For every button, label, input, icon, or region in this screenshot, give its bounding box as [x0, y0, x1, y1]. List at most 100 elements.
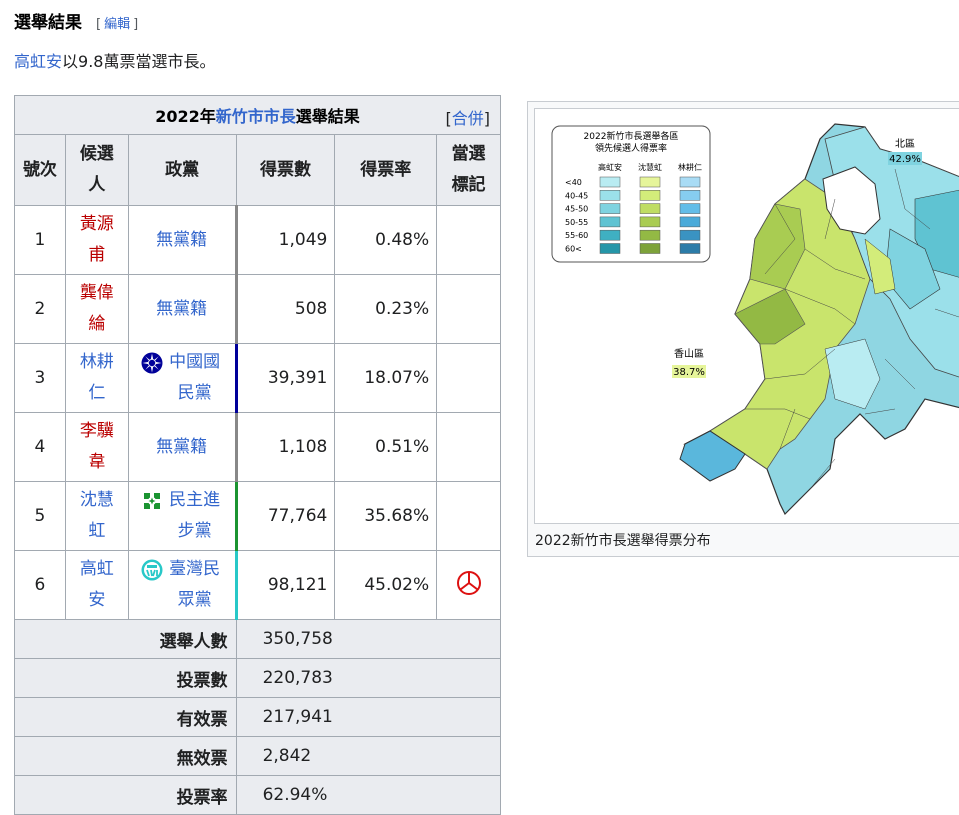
merge-bracket-close: ]: [483, 109, 490, 128]
candidate-link[interactable]: 高虹安: [64, 550, 129, 620]
candidate-name[interactable]: 林耕仁: [78, 347, 115, 409]
edit-link[interactable]: 編輯: [104, 17, 130, 32]
label-xiangshan-pct: 38.7%: [673, 367, 705, 378]
legend-swatch: [599, 243, 621, 254]
summary-row: 有效票 217,941: [14, 697, 502, 737]
election-results-table: 2022年新竹市市長選舉結果 [合併] 號次 候選人 政黨 得票數 得票率 當選…: [14, 95, 502, 815]
summary-row: 投票數 220,783: [14, 658, 502, 698]
legend-swatch: [599, 190, 621, 201]
edit-bracket-open: [: [96, 17, 102, 32]
party-link[interactable]: 中國國民黨: [127, 343, 238, 413]
party-name[interactable]: 中國國民黨: [167, 347, 223, 409]
legend-title-1: 2022新竹市長選舉各區: [584, 130, 679, 142]
header-elected: 當選標記: [436, 134, 501, 206]
cell-percent: 35.68%: [334, 481, 438, 551]
header-elected-text: 當選標記: [451, 144, 486, 195]
dpp-emblem-icon: [140, 490, 163, 512]
summary-label: 無效票: [14, 736, 237, 776]
candidate-link[interactable]: 龔偉綸: [64, 274, 129, 344]
candidate-name[interactable]: 龔偉綸: [78, 278, 115, 340]
party-link[interactable]: 臺灣民眾黨: [127, 550, 238, 620]
header-candidate-text: 候選人: [79, 144, 114, 195]
legend-swatch: [599, 176, 621, 188]
cell-percent: 0.51%: [334, 412, 438, 482]
legend-col-1: 高虹安: [598, 162, 622, 172]
legend-col-2: 沈慧虹: [638, 162, 662, 172]
legend-row-label: 40-45: [565, 191, 588, 200]
cell-number: 5: [14, 481, 66, 551]
cell-elected: [436, 205, 501, 275]
district-map[interactable]: 2022新竹市長選舉各區 領先候選人得票率 高虹安 沈慧虹 林耕仁 <40 40-…: [535, 109, 959, 523]
candidate-name[interactable]: 李驥韋: [78, 416, 115, 478]
candidate-link[interactable]: 李驥韋: [64, 412, 129, 482]
summary-row: 無效票 2,842: [14, 736, 502, 776]
candidate-name[interactable]: 黃源甫: [78, 209, 115, 271]
map-legend: 2022新竹市長選舉各區 領先候選人得票率 高虹安 沈慧虹 林耕仁 <40 40-…: [551, 125, 711, 263]
lead-paragraph: 高虹安以9.8萬票當選市長。: [14, 48, 215, 72]
legend-swatch: [679, 203, 701, 214]
legend-row-label: 55-60: [565, 231, 588, 240]
summary-value: 2,842: [235, 736, 502, 776]
cell-percent: 0.48%: [334, 205, 438, 275]
legend-swatch: [679, 216, 701, 228]
party-name[interactable]: 臺灣民眾黨: [167, 554, 223, 616]
table-row: 2 龔偉綸 無黨籍 508 0.23%: [14, 274, 501, 344]
elected-mark-icon: [456, 570, 481, 595]
cell-number: 2: [14, 274, 66, 344]
table-row: 3 林耕仁 中國國民黨 39,391 18.07%: [14, 343, 501, 413]
party-link[interactable]: 無黨籍: [127, 412, 238, 482]
summary-row: 投票率 62.94%: [14, 775, 502, 815]
caption-year: 2022年: [155, 107, 216, 126]
summary-row: 選舉人數 350,758: [14, 619, 502, 659]
caption-link[interactable]: 新竹市市長: [216, 107, 296, 126]
cell-number: 1: [14, 205, 66, 275]
table-row: 4 李驥韋 無黨籍 1,108 0.51%: [14, 412, 501, 482]
cell-votes: 39,391: [235, 343, 336, 413]
cell-elected: [436, 550, 501, 620]
candidate-link[interactable]: 黃源甫: [64, 205, 129, 275]
summary-label: 投票率: [14, 775, 237, 815]
summary-value: 350,758: [235, 619, 502, 659]
legend-swatch: [679, 176, 701, 188]
summary-value: 217,941: [235, 697, 502, 737]
cell-percent: 18.07%: [334, 343, 438, 413]
map-image-link[interactable]: 2022新竹市長選舉各區 領先候選人得票率 高虹安 沈慧虹 林耕仁 <40 40-…: [534, 108, 959, 524]
section-heading: 選舉結果 [編輯]: [14, 8, 138, 34]
cell-percent: 0.23%: [334, 274, 438, 344]
candidate-name[interactable]: 高虹安: [78, 554, 115, 616]
table-row: 6 高虹安 臺灣民眾黨 98,121 45.02%: [14, 550, 501, 620]
edit-bracket-close: ]: [133, 17, 139, 32]
party-link[interactable]: 民主進步黨: [127, 481, 238, 551]
summary-value: 220,783: [235, 658, 502, 698]
legend-swatch: [679, 229, 701, 241]
header-number: 號次: [14, 134, 66, 206]
legend-swatch: [639, 203, 661, 214]
table-caption: 2022年新竹市市長選舉結果 [合併]: [14, 95, 501, 135]
edit-section: [編輯]: [96, 13, 138, 32]
candidate-link[interactable]: 林耕仁: [64, 343, 129, 413]
label-xiangshan: 香山區: [674, 348, 704, 360]
map-thumbnail: 2022新竹市長選舉各區 領先候選人得票率 高虹安 沈慧虹 林耕仁 <40 40-…: [527, 101, 959, 557]
summary-value: 62.94%: [235, 775, 502, 815]
cell-votes: 77,764: [235, 481, 336, 551]
header-votes: 得票數: [235, 134, 336, 206]
cell-votes: 98,121: [235, 550, 336, 620]
cell-votes: 1,049: [235, 205, 336, 275]
cell-votes: 508: [235, 274, 336, 344]
party-link[interactable]: 無黨籍: [127, 205, 238, 275]
party-name[interactable]: 民主進步黨: [167, 485, 223, 547]
map-caption: 2022新竹市長選舉得票分布: [535, 533, 711, 549]
summary-label: 選舉人數: [14, 619, 237, 659]
merge-link[interactable]: 合併: [452, 109, 484, 128]
label-north: 北區: [895, 138, 915, 150]
label-north-pct: 42.9%: [889, 154, 921, 165]
candidate-link[interactable]: 沈慧虹: [64, 481, 129, 551]
party-link[interactable]: 無黨籍: [127, 274, 238, 344]
winner-link[interactable]: 高虹安: [14, 52, 62, 71]
tpp-emblem-icon: [141, 559, 163, 581]
legend-swatch: [599, 229, 621, 241]
candidate-name[interactable]: 沈慧虹: [78, 485, 115, 547]
table-row: 5 沈慧虹 民主進步黨 77,764 35.68%: [14, 481, 501, 551]
summary-label: 有效票: [14, 697, 237, 737]
cell-elected: [436, 481, 501, 551]
